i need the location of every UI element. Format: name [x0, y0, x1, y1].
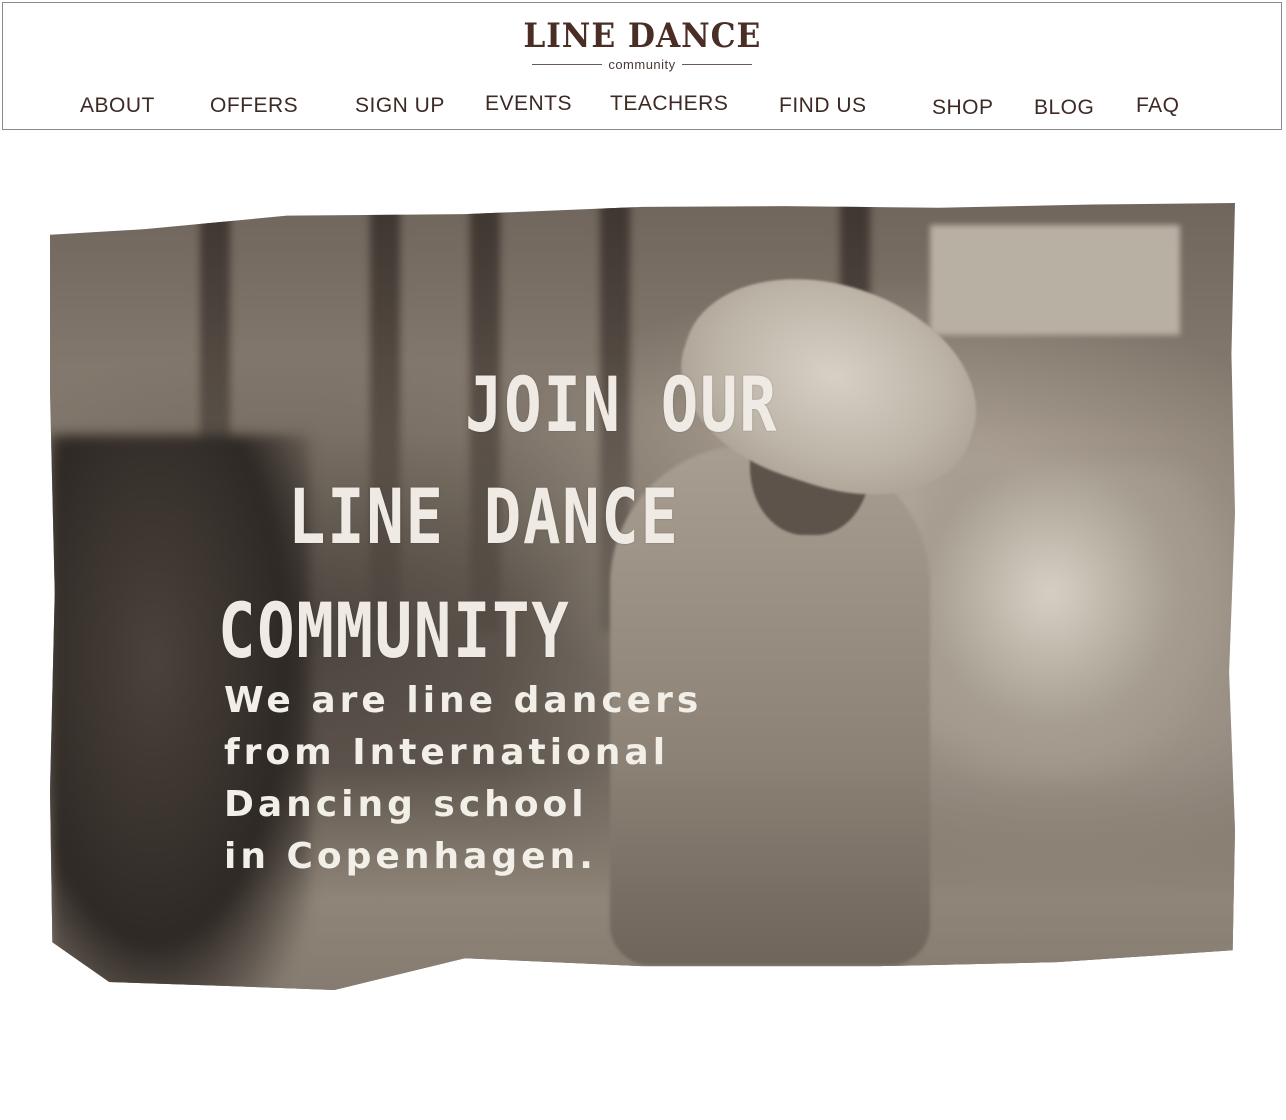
nav-item-offers[interactable]: OFFERS [210, 94, 298, 118]
nav-item-about[interactable]: ABOUT [80, 94, 155, 118]
logo-title: LINE DANCE [523, 16, 761, 56]
page: LINE DANCE community ABOUT OFFERS SIGN U… [0, 0, 1286, 1120]
headline-line-2: LINE DANCE [288, 472, 680, 561]
tagline-line-3: Dancing school [224, 784, 588, 825]
nav-item-teachers[interactable]: TEACHERS [610, 92, 728, 116]
logo-subtitle-row: community [3, 57, 1281, 72]
headline-line-3: COMMUNITY [218, 586, 571, 675]
logo-subtitle: community [608, 57, 676, 72]
hero-tagline: We are line dancers from International D… [224, 675, 702, 883]
main-nav: ABOUT OFFERS SIGN UP EVENTS TEACHERS FIN… [3, 91, 1281, 121]
headline-line-1: JOIN OUR [465, 360, 779, 449]
tagline-line-2: from International [224, 732, 670, 773]
logo-divider-left [532, 64, 603, 65]
nav-item-shop[interactable]: SHOP [932, 96, 994, 120]
logo[interactable]: LINE DANCE community [3, 17, 1281, 72]
hero-banner: JOIN OUR LINE DANCE COMMUNITY We are lin… [50, 202, 1235, 990]
site-header: LINE DANCE community ABOUT OFFERS SIGN U… [2, 2, 1282, 130]
tagline-line-4: in Copenhagen. [224, 836, 597, 877]
hero-text: JOIN OUR LINE DANCE COMMUNITY We are lin… [50, 203, 1235, 990]
nav-item-find-us[interactable]: FIND US [779, 94, 867, 118]
nav-item-faq[interactable]: FAQ [1136, 94, 1180, 118]
nav-item-sign-up[interactable]: SIGN UP [355, 94, 445, 118]
logo-divider-right [681, 64, 752, 65]
nav-item-blog[interactable]: BLOG [1034, 96, 1094, 120]
tagline-line-1: We are line dancers [224, 680, 703, 721]
nav-item-events[interactable]: EVENTS [485, 92, 572, 116]
